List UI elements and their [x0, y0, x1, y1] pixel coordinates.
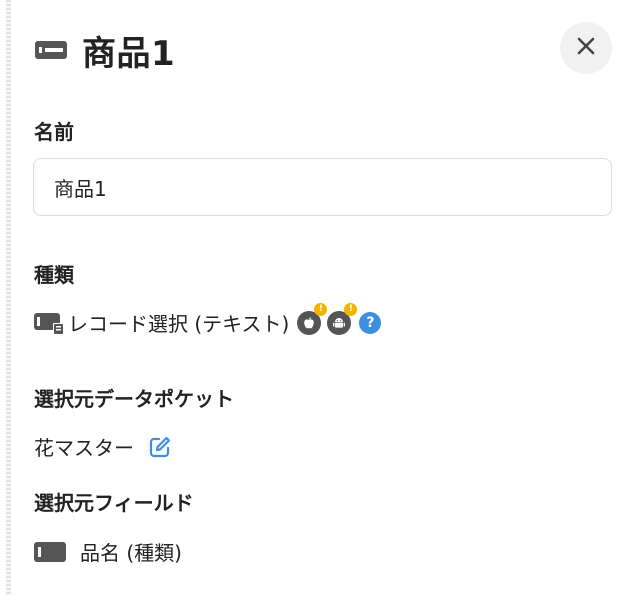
- android-badge[interactable]: !: [327, 302, 358, 335]
- record-select-icon: [34, 311, 64, 335]
- name-label: 名前: [34, 120, 74, 144]
- type-label: 種類: [34, 263, 74, 287]
- help-icon[interactable]: ?: [359, 311, 382, 334]
- name-input[interactable]: [33, 158, 612, 216]
- close-button[interactable]: [560, 22, 612, 74]
- panel-header: 商品1: [34, 22, 612, 78]
- source-field-value: 品名 (種類): [80, 541, 182, 565]
- android-warning-badge: !: [344, 302, 358, 316]
- android-icon: [332, 311, 346, 335]
- source-pocket-row: 花マスター: [34, 432, 172, 461]
- type-row: レコード選択 (テキスト) ! ! ?: [34, 302, 382, 337]
- panel-resize-handle[interactable]: [6, 0, 11, 595]
- source-pocket-value: 花マスター: [34, 436, 134, 460]
- source-field-row: 品名 (種類): [34, 537, 182, 566]
- field-detail-panel: 商品1 名前 種類 レコード選択 (テキスト): [0, 0, 628, 595]
- apple-warning-badge: !: [314, 302, 328, 316]
- source-pocket-label: 選択元データポケット: [34, 387, 234, 411]
- type-value: レコード選択 (テキスト): [68, 312, 290, 336]
- page-title: 商品1: [82, 33, 176, 74]
- text-field-icon: [34, 541, 66, 563]
- close-icon: [576, 36, 596, 60]
- field-card-icon: [34, 40, 68, 60]
- apple-badge[interactable]: !: [297, 302, 328, 335]
- source-field-label: 選択元フィールド: [34, 491, 194, 515]
- apple-icon: [302, 311, 316, 335]
- edit-icon[interactable]: [148, 435, 172, 459]
